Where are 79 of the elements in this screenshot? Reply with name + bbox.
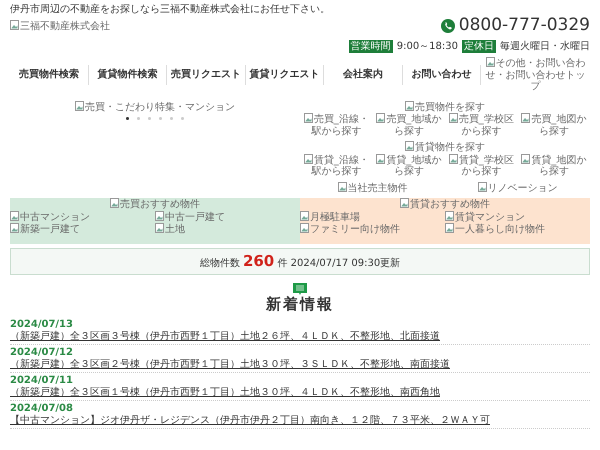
image-link[interactable]: 月極駐車場 — [300, 212, 360, 223]
hours-label: 定休日 — [462, 40, 496, 54]
broken-image-icon — [405, 141, 414, 152]
slider-dot[interactable] — [126, 117, 129, 120]
nav-link[interactable]: お問い合わせ — [402, 65, 482, 85]
slider-dot[interactable] — [181, 117, 184, 120]
broken-image-icon — [304, 154, 313, 164]
image-link[interactable]: 賃貸_学校区から探す — [445, 154, 518, 178]
image-link[interactable]: 賃貸マンション — [445, 212, 525, 223]
broken-image-icon — [75, 100, 84, 111]
image-link[interactable]: リノベーション — [445, 182, 590, 194]
broken-image-icon — [304, 113, 313, 124]
image-link[interactable]: 賃貸おすすめ物件 — [400, 199, 490, 210]
slider-dot[interactable] — [159, 117, 162, 120]
broken-image-icon — [155, 210, 164, 221]
news-link[interactable]: （新築戸建）全３区画２号棟（伊丹市西野１丁目）土地３０坪、３ＳＬＤＫ、不整形地、南面接道 — [10, 358, 450, 370]
hours-label: 営業時間 — [348, 40, 393, 54]
slider-dot[interactable] — [148, 117, 151, 120]
image-link[interactable]: 賃貸_地図から探す — [518, 154, 590, 178]
tagline: 伊丹市周辺の不動産をお探しなら三福不動産株式会社にお任せ下さい。 — [10, 4, 330, 16]
news-link[interactable]: （新築戸建）全３区画１号棟（伊丹市西野１丁目）土地３０坪、４ＬＤＫ、不整形地、南西角地 — [10, 386, 440, 398]
broken-image-icon — [10, 210, 19, 221]
nav-link[interactable]: 会社案内 — [324, 65, 403, 85]
image-link[interactable]: 新築一戸建て — [10, 224, 80, 236]
news-date: 2024/07/08 — [10, 403, 74, 414]
image-link[interactable]: 売買おすすめ物件 — [110, 199, 200, 210]
image-link[interactable]: 賃貸_地域から探す — [372, 154, 445, 178]
broken-image-icon — [521, 113, 530, 124]
image-link[interactable]: 売買物件を探す — [405, 102, 485, 113]
nav-link[interactable]: 売買物件検索 — [10, 65, 89, 85]
image-link[interactable]: 当社売主物件 — [300, 182, 445, 194]
image-link[interactable]: 売買_地域から探す — [372, 113, 445, 138]
broken-image-icon — [338, 182, 346, 192]
broken-image-icon — [400, 198, 409, 208]
news-link[interactable]: （新築戸建）全３区画３号棟（伊丹市西野１丁目）土地２６坪、４ＬＤＫ、不整形地、北面接道 — [10, 330, 440, 342]
broken-image-icon — [376, 113, 386, 124]
broken-image-icon — [448, 154, 458, 164]
slider-dot[interactable] — [137, 117, 140, 120]
image-link[interactable]: 賃貸物件を探す — [405, 142, 485, 154]
broken-image-icon — [445, 210, 454, 221]
image-link[interactable]: 一人暮らし向け物件 — [445, 224, 545, 236]
nav-link[interactable]: 売買リクエスト — [167, 65, 246, 85]
broken-image-icon — [10, 223, 19, 234]
image-link[interactable]: 中古一戸建て — [155, 212, 225, 223]
image-link[interactable]: 中古マンション — [10, 212, 90, 223]
broken-image-icon — [405, 100, 414, 111]
image-link[interactable]: ファミリー向け物件 — [300, 224, 400, 236]
broken-image-icon — [110, 198, 119, 208]
image-link[interactable]: 土地 — [155, 224, 185, 236]
phone-number: 0800-777-0329 — [458, 16, 590, 36]
news-date: 2024/07/11 — [10, 375, 74, 386]
image-link[interactable]: 売買_地図から探す — [518, 113, 590, 138]
broken-image-icon — [300, 210, 309, 221]
broken-image-icon — [155, 223, 164, 234]
image-link[interactable]: 売買_沿線・駅から探す — [300, 113, 372, 138]
hours-value: 9:00～18:30 — [396, 40, 458, 52]
broken-image-icon — [478, 182, 486, 192]
broken-image-icon — [486, 57, 495, 68]
logo-link[interactable]: 三福不動産株式会社 — [10, 20, 110, 32]
news-link[interactable]: 【中古マンション】ジオ伊丹ザ・レジデンス（伊丹市伊丹２丁目）南向き、１２階、７３平米、２ＷＡＹ可 — [10, 414, 490, 426]
news-date: 2024/07/13 — [10, 319, 74, 330]
news-heading: 新着情報 — [264, 296, 335, 314]
image-link[interactable]: 売買・こだわり特集・マンション — [75, 102, 235, 113]
broken-image-icon — [10, 20, 19, 30]
message-icon — [293, 282, 307, 296]
broken-image-icon — [376, 154, 386, 164]
image-link[interactable]: 売買_学校区から探す — [445, 113, 518, 138]
broken-image-icon — [448, 113, 458, 124]
slider-dot[interactable] — [170, 117, 173, 120]
broken-image-icon — [300, 223, 309, 234]
nav-link[interactable]: 賃貸物件検索 — [88, 65, 168, 85]
news-date: 2024/07/12 — [10, 347, 74, 358]
nav-link[interactable]: 賃貸リクエスト — [246, 65, 324, 85]
broken-image-icon — [445, 223, 454, 234]
nav-image-link[interactable]: その他・お問い合わせ・お問い合わせトップ — [481, 57, 590, 93]
broken-image-icon — [521, 154, 530, 164]
phone-icon — [440, 18, 455, 33]
hours-value: 毎週火曜日・水曜日 — [500, 40, 590, 52]
image-link[interactable]: 賃貸_沿線・駅から探す — [300, 154, 372, 178]
